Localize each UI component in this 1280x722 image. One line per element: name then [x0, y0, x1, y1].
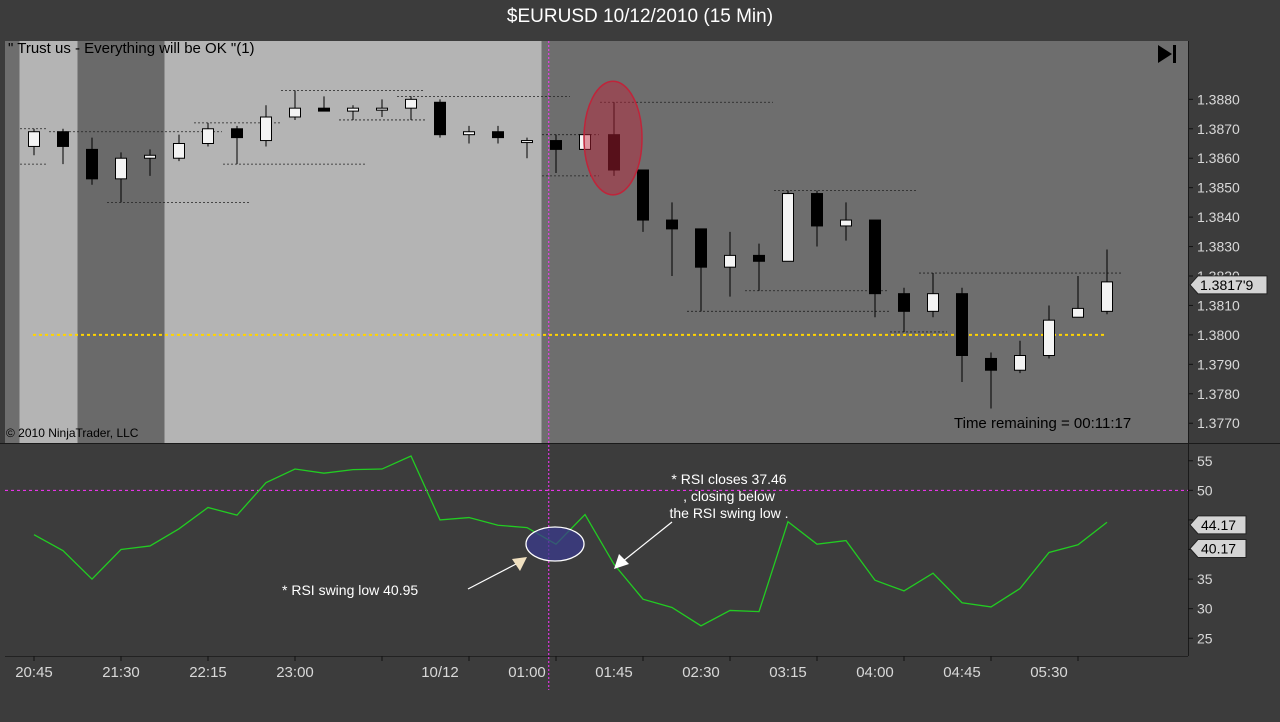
candle-body — [840, 219, 852, 227]
rsi-swing-low-ellipse — [525, 526, 585, 562]
price-tick-label: 1.3780 — [1197, 386, 1240, 402]
candle-body — [782, 193, 794, 262]
candle-body — [57, 131, 69, 147]
price-tick-label: 1.3870 — [1197, 121, 1240, 137]
time-tick-label: 01:00 — [508, 664, 546, 681]
rsi-value-markers: 44.17 40.17 — [1189, 515, 1247, 558]
candle-body — [521, 140, 533, 144]
candle-body — [231, 128, 243, 139]
rsi-value-label: 40.17 — [1201, 540, 1236, 556]
price-tick-label: 1.3850 — [1197, 180, 1240, 196]
session-band — [19, 41, 78, 443]
annotation-arrow — [614, 521, 673, 569]
candle-body — [724, 254, 736, 268]
annotation-rsi-swing-low: * RSI swing low 40.95 — [282, 582, 418, 598]
highlight-ellipse — [583, 80, 643, 196]
candle-body — [1043, 319, 1055, 356]
rsi-tick-label: 50 — [1197, 482, 1213, 498]
scroll-to-end-icon[interactable] — [1150, 42, 1186, 68]
session-band — [164, 41, 542, 443]
last-price-label: 1.3817'9 — [1200, 277, 1253, 293]
candle-body — [927, 293, 939, 312]
candle-body — [753, 254, 765, 262]
candle-body — [144, 154, 156, 159]
candle-body — [695, 228, 707, 268]
candle-body — [1101, 281, 1113, 312]
price-tick-label: 1.3770 — [1197, 415, 1240, 431]
copyright-text: © 2010 NinjaTrader, LLC — [6, 426, 139, 440]
candle-body — [956, 293, 968, 356]
time-tick-label: 22:15 — [189, 664, 227, 681]
time-axis: 20:45 21:30 22:15 23:00 10/12 01:00 01:45 02:30… — [15, 656, 1079, 681]
candle-body — [666, 219, 678, 230]
candle-body — [1014, 355, 1026, 371]
candle-body — [1072, 307, 1084, 318]
time-tick-label: 03:15 — [769, 664, 807, 681]
price-tick-label: 1.3830 — [1197, 239, 1240, 255]
time-tick-label: 20:45 — [15, 664, 53, 681]
candle-body — [405, 98, 417, 109]
candle-body — [376, 107, 388, 111]
time-tick-label: 10/12 — [421, 664, 459, 681]
candle-body — [86, 148, 98, 180]
time-remaining-text: Time remaining = 00:11:17 — [954, 415, 1131, 432]
time-tick-label: 05:30 — [1030, 664, 1068, 681]
annotation-arrow — [467, 557, 527, 590]
rsi-tick-label: 30 — [1197, 601, 1213, 617]
time-tick-label: 23:00 — [276, 664, 314, 681]
time-tick-label: 02:30 — [682, 664, 720, 681]
candle-body — [492, 131, 504, 139]
candle-body — [463, 131, 475, 136]
candle-body — [202, 128, 214, 144]
indicator-title: " Trust us - Everything will be OK "(1) — [8, 40, 255, 57]
price-tick-label: 1.3840 — [1197, 209, 1240, 225]
candle-body — [115, 157, 127, 180]
time-tick-label: 04:45 — [943, 664, 981, 681]
annotation-rsi-closes-line2: , closing below — [683, 488, 776, 504]
candle-body — [289, 107, 301, 118]
candle-body — [260, 116, 272, 142]
candle-body — [869, 219, 881, 295]
time-tick-label: 21:30 — [102, 664, 140, 681]
candle-body — [28, 131, 40, 147]
rsi-tick-label: 55 — [1197, 453, 1213, 469]
price-tick-label: 1.3880 — [1197, 91, 1240, 107]
price-axis: 1.3880 1.3870 1.3860 1.3850 1.3840 1.3830 1.38… — [1188, 91, 1240, 431]
candle-body — [318, 107, 330, 112]
candle-body — [347, 107, 359, 112]
rsi-tick-label: 25 — [1197, 630, 1213, 646]
candle-body — [173, 143, 185, 159]
session-band — [77, 41, 165, 443]
annotation-rsi-closes-line1: * RSI closes 37.46 — [671, 471, 786, 487]
session-band — [541, 41, 1188, 443]
price-tick-label: 1.3860 — [1197, 150, 1240, 166]
price-tick-label: 1.3810 — [1197, 297, 1240, 313]
last-price-marker: 1.3817'9 — [1189, 275, 1268, 295]
time-tick-label: 01:45 — [595, 664, 633, 681]
candle-body — [434, 101, 446, 136]
annotation-rsi-closes-line3: the RSI swing low . — [669, 505, 788, 521]
chart-canvas[interactable]: 1.3880 1.3870 1.3860 1.3850 1.3840 1.3830 1.38… — [0, 0, 1280, 722]
price-tick-label: 1.3790 — [1197, 356, 1240, 372]
rsi-value-label: 44.17 — [1201, 517, 1236, 533]
chart-window: $EURUSD 10/12/2010 (15 Min) 1.3880 1.3870… — [0, 0, 1280, 722]
candle-body — [811, 193, 823, 227]
candle-body — [550, 140, 562, 150]
candle-body — [637, 169, 649, 221]
price-tick-label: 1.3800 — [1197, 327, 1240, 343]
candle-body — [898, 293, 910, 312]
candle-body — [985, 357, 997, 371]
rsi-tick-label: 35 — [1197, 571, 1213, 587]
time-tick-label: 04:00 — [856, 664, 894, 681]
